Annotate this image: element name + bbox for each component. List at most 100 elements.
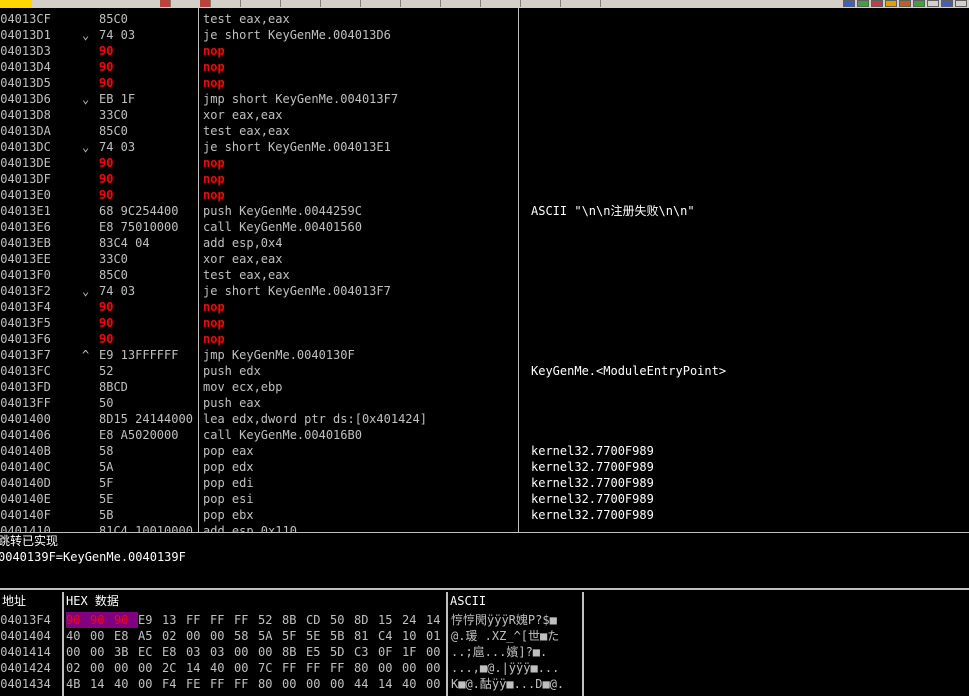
dump-byte[interactable]: 00	[210, 628, 234, 644]
dump-byte[interactable]: 00	[186, 628, 210, 644]
dump-byte[interactable]: 00	[90, 660, 114, 676]
dump-pane[interactable]: 地址 HEX 数据 ASCII 004013F4909090E913FFFFFF…	[0, 588, 969, 696]
dump-byte[interactable]: 3B	[114, 644, 138, 660]
toolbar-button[interactable]	[350, 0, 361, 7]
disasm-row[interactable]: 004013FD 8BCD mov ecx,ebp	[0, 379, 969, 395]
toolbar-button[interactable]	[590, 0, 601, 7]
dump-byte[interactable]: 40	[210, 660, 234, 676]
dump-byte[interactable]: 8B	[282, 612, 306, 628]
dump-byte[interactable]: FF	[330, 660, 354, 676]
dump-byte[interactable]: FE	[186, 676, 210, 692]
dump-byte[interactable]: 00	[258, 644, 282, 660]
toolbar-button[interactable]	[230, 0, 241, 7]
dump-byte[interactable]: C4	[378, 628, 402, 644]
toolbar-button[interactable]	[160, 0, 171, 7]
dump-byte[interactable]: FF	[306, 660, 330, 676]
handles-icon[interactable]	[899, 0, 911, 7]
window-icon[interactable]	[843, 0, 855, 7]
dump-byte[interactable]: 40	[66, 628, 90, 644]
disasm-row[interactable]: 004013DA 85C0 test eax,eax	[0, 123, 969, 139]
disasm-row[interactable]: 004013D6 ⌄ EB 1F jmp short KeyGenMe.004013F…	[0, 91, 969, 107]
dump-byte[interactable]: 2C	[162, 660, 186, 676]
disasm-row[interactable]: 0040140C 5A pop edx kernel32.7700F989	[0, 459, 969, 475]
dump-byte[interactable]: 15	[378, 612, 402, 628]
dump-byte[interactable]: 40	[402, 676, 426, 692]
disasm-row[interactable]: 004013EB 83C4 04 add esp,0x4	[0, 235, 969, 251]
dump-col-address[interactable]: 地址	[0, 592, 64, 610]
disasm-row[interactable]: 004013D8 33C0 xor eax,eax	[0, 107, 969, 123]
dump-byte[interactable]: 00	[138, 676, 162, 692]
dump-byte[interactable]: 58	[234, 628, 258, 644]
disasm-row[interactable]: 0040140D 5F pop edi kernel32.7700F989	[0, 475, 969, 491]
dump-byte[interactable]: 00	[402, 660, 426, 676]
dump-byte[interactable]: F4	[162, 676, 186, 692]
toolbar-button[interactable]	[310, 0, 321, 7]
toolbar-button[interactable]	[430, 0, 441, 7]
dump-byte[interactable]: 5A	[258, 628, 282, 644]
toolbar-button[interactable]	[470, 0, 481, 7]
dump-byte[interactable]: FF	[234, 612, 258, 628]
disasm-row[interactable]: 0040140E 5E pop esi kernel32.7700F989	[0, 491, 969, 507]
threads-icon[interactable]	[885, 0, 897, 7]
dump-byte[interactable]: FF	[234, 676, 258, 692]
disasm-row[interactable]: 00401406 E8 A5020000 call KeyGenMe.004016B…	[0, 427, 969, 443]
disasm-row[interactable]: 004013DC ⌄ 74 03 je short KeyGenMe.004013E1	[0, 139, 969, 155]
memory-icon[interactable]	[871, 0, 883, 7]
disasm-row[interactable]: 004013E1 68 9C254400 push KeyGenMe.0044259…	[0, 203, 969, 219]
dump-byte[interactable]: 14	[378, 676, 402, 692]
dump-byte[interactable]: 4B	[66, 676, 90, 692]
dump-byte[interactable]: 5D	[330, 644, 354, 660]
dump-byte[interactable]: 00	[114, 660, 138, 676]
dump-byte[interactable]: E5	[306, 644, 330, 660]
dump-byte[interactable]: 1F	[402, 644, 426, 660]
disasm-row[interactable]: 004013DE 90 nop	[0, 155, 969, 171]
disasm-row[interactable]: 0040140B 58 pop eax kernel32.7700F989	[0, 443, 969, 459]
dump-byte[interactable]: 90	[90, 612, 114, 628]
dump-col-hex[interactable]: HEX 数据	[64, 592, 448, 610]
toolbar-button[interactable]	[200, 0, 211, 7]
disasm-row[interactable]: 004013E6 E8 75010000 call KeyGenMe.0040156…	[0, 219, 969, 235]
toolbar-button[interactable]	[550, 0, 561, 7]
dump-byte[interactable]: 00	[66, 644, 90, 660]
disasm-row[interactable]: 004013EE 33C0 xor eax,eax	[0, 251, 969, 267]
dump-byte[interactable]: 24	[402, 612, 426, 628]
dump-byte[interactable]: 00	[426, 644, 450, 660]
disasm-row[interactable]: 004013FC 52 push edx KeyGenMe.<ModuleEntryP…	[0, 363, 969, 379]
dump-byte[interactable]: 7C	[258, 660, 282, 676]
dump-byte[interactable]: 00	[234, 644, 258, 660]
dump-byte[interactable]: A5	[138, 628, 162, 644]
dump-byte[interactable]: 00	[90, 644, 114, 660]
dump-byte[interactable]: 80	[258, 676, 282, 692]
dump-byte[interactable]: 00	[378, 660, 402, 676]
disasm-row[interactable]: 004013F0 85C0 test eax,eax	[0, 267, 969, 283]
dump-byte[interactable]: 8D	[354, 612, 378, 628]
disasm-row[interactable]: 004013D4 90 nop	[0, 59, 969, 75]
callstack-icon[interactable]	[927, 0, 939, 7]
disasm-row[interactable]: 004013DF 90 nop	[0, 171, 969, 187]
disassembly-pane[interactable]: 004013CF 85C0 test eax,eax 004013D1 ⌄ 74 03 je…	[0, 8, 969, 532]
disasm-row[interactable]: 004013D5 90 nop	[0, 75, 969, 91]
dump-byte[interactable]: 8B	[282, 644, 306, 660]
disasm-row[interactable]: 004013F5 90 nop	[0, 315, 969, 331]
dump-byte[interactable]: 00	[138, 660, 162, 676]
dump-byte[interactable]: 0F	[378, 644, 402, 660]
dump-byte[interactable]: 02	[162, 628, 186, 644]
disasm-row[interactable]: 004013F4 90 nop	[0, 299, 969, 315]
breakpoints-icon[interactable]	[941, 0, 953, 7]
log-icon[interactable]	[857, 0, 869, 7]
disasm-row[interactable]: 004013D1 ⌄ 74 03 je short KeyGenMe.004013D6	[0, 27, 969, 43]
patches-icon[interactable]	[913, 0, 925, 7]
dump-byte[interactable]: 80	[354, 660, 378, 676]
dump-byte[interactable]: 01	[426, 628, 450, 644]
disasm-row[interactable]: 004013F6 90 nop	[0, 331, 969, 347]
dump-byte[interactable]: 00	[282, 676, 306, 692]
disasm-row[interactable]: 004013D3 90 nop	[0, 43, 969, 59]
dump-byte[interactable]: 00	[426, 660, 450, 676]
dump-byte[interactable]: 14	[186, 660, 210, 676]
dump-byte[interactable]: 81	[354, 628, 378, 644]
dump-byte[interactable]: EC	[138, 644, 162, 660]
dump-byte[interactable]: E8	[162, 644, 186, 660]
dump-byte[interactable]: 00	[330, 676, 354, 692]
dump-byte[interactable]: 14	[426, 612, 450, 628]
dump-byte[interactable]: 14	[90, 676, 114, 692]
